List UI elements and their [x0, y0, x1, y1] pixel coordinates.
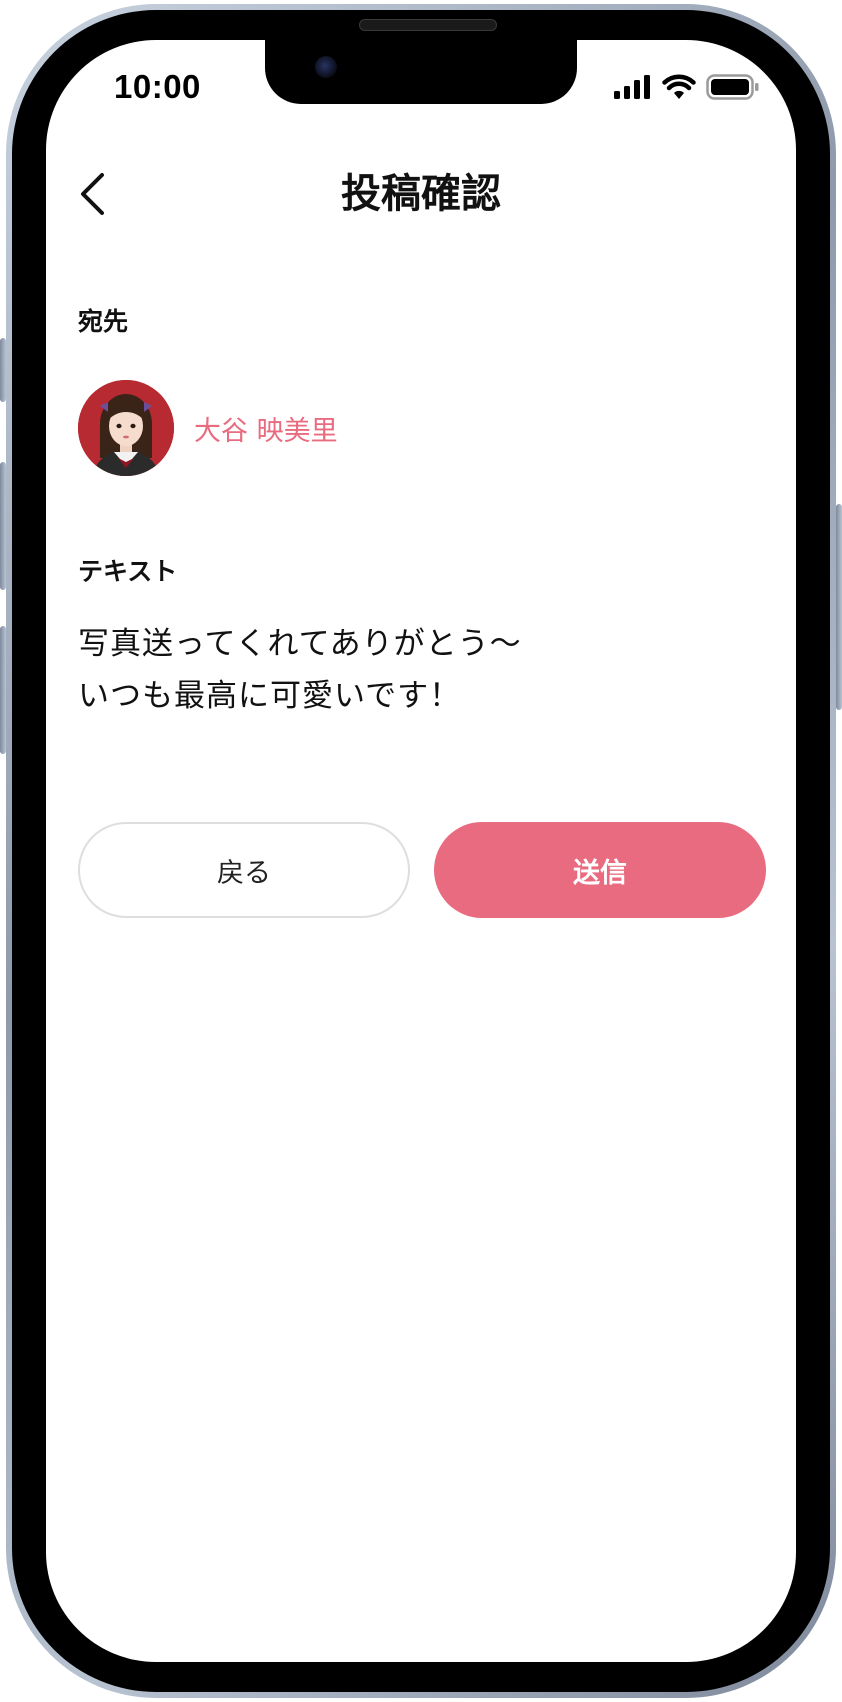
avatar-portrait	[78, 380, 174, 476]
message-line: 写真送ってくれてありがとう～	[78, 626, 522, 662]
volume-down-button	[0, 626, 6, 754]
earpiece-speaker	[359, 19, 497, 31]
battery-icon	[706, 74, 759, 100]
status-time: 10:00	[114, 68, 201, 105]
status-icons	[614, 74, 760, 100]
avatar	[78, 380, 174, 476]
front-camera-icon	[315, 56, 337, 78]
notch	[265, 40, 577, 104]
mute-switch	[0, 338, 6, 402]
app-screen: 10:00 投稿確認 宛先 大谷 映美里 テキスト 写真送ってくれてありがとう～…	[46, 40, 796, 1662]
back-button[interactable]: 戻る	[78, 822, 410, 918]
page-title: 投稿確認	[341, 171, 501, 217]
cellular-signal-icon	[614, 75, 650, 99]
message-line: いつも最高に可愛いです！	[78, 678, 462, 714]
message-body: 写真送ってくれてありがとう～ いつも最高に可愛いです！	[78, 618, 758, 722]
recipient-name: 大谷 映美里	[194, 415, 338, 447]
recipient-label: 宛先	[78, 307, 129, 336]
volume-up-button	[0, 462, 6, 590]
power-button	[836, 504, 842, 710]
send-button[interactable]: 送信	[434, 822, 766, 918]
wifi-icon	[662, 74, 696, 99]
recipient-row: 大谷 映美里	[78, 380, 338, 476]
text-label: テキスト	[78, 557, 178, 586]
